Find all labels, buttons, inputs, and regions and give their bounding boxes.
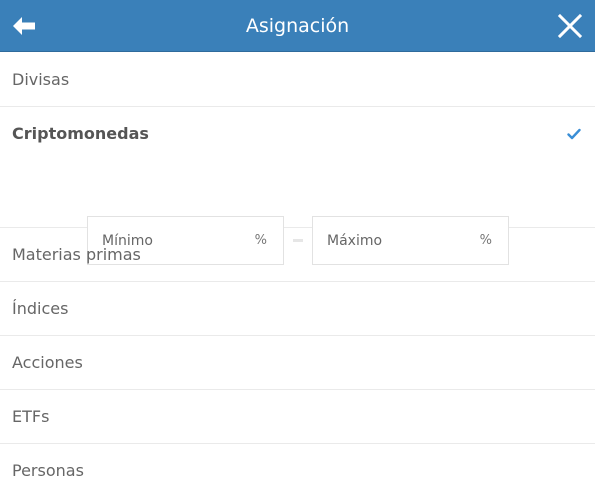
- category-item-criptomonedas[interactable]: Criptomonedas % %: [0, 107, 595, 265]
- checkmark-icon: [567, 128, 581, 140]
- category-item-materias-primas[interactable]: Materias primas: [0, 228, 595, 282]
- category-label: Acciones: [12, 353, 83, 372]
- category-item-indices[interactable]: Índices: [0, 282, 595, 336]
- category-item-etfs[interactable]: ETFs: [0, 390, 595, 444]
- category-label: Criptomonedas: [12, 124, 149, 143]
- category-item-acciones[interactable]: Acciones: [0, 336, 595, 390]
- category-item-personas[interactable]: Personas: [0, 444, 595, 496]
- header-bar: Asignación: [0, 0, 595, 52]
- category-label: ETFs: [12, 407, 50, 426]
- close-icon: [557, 13, 583, 39]
- close-button[interactable]: [557, 13, 583, 39]
- category-label: Materias primas: [12, 245, 141, 264]
- page-title: Asignación: [245, 15, 350, 37]
- category-label: Personas: [12, 461, 84, 480]
- category-label: Divisas: [12, 70, 70, 89]
- category-list: Divisas Criptomonedas % % Materias prima…: [0, 53, 595, 496]
- category-item-divisas[interactable]: Divisas: [0, 53, 595, 107]
- category-label: Índices: [12, 299, 69, 318]
